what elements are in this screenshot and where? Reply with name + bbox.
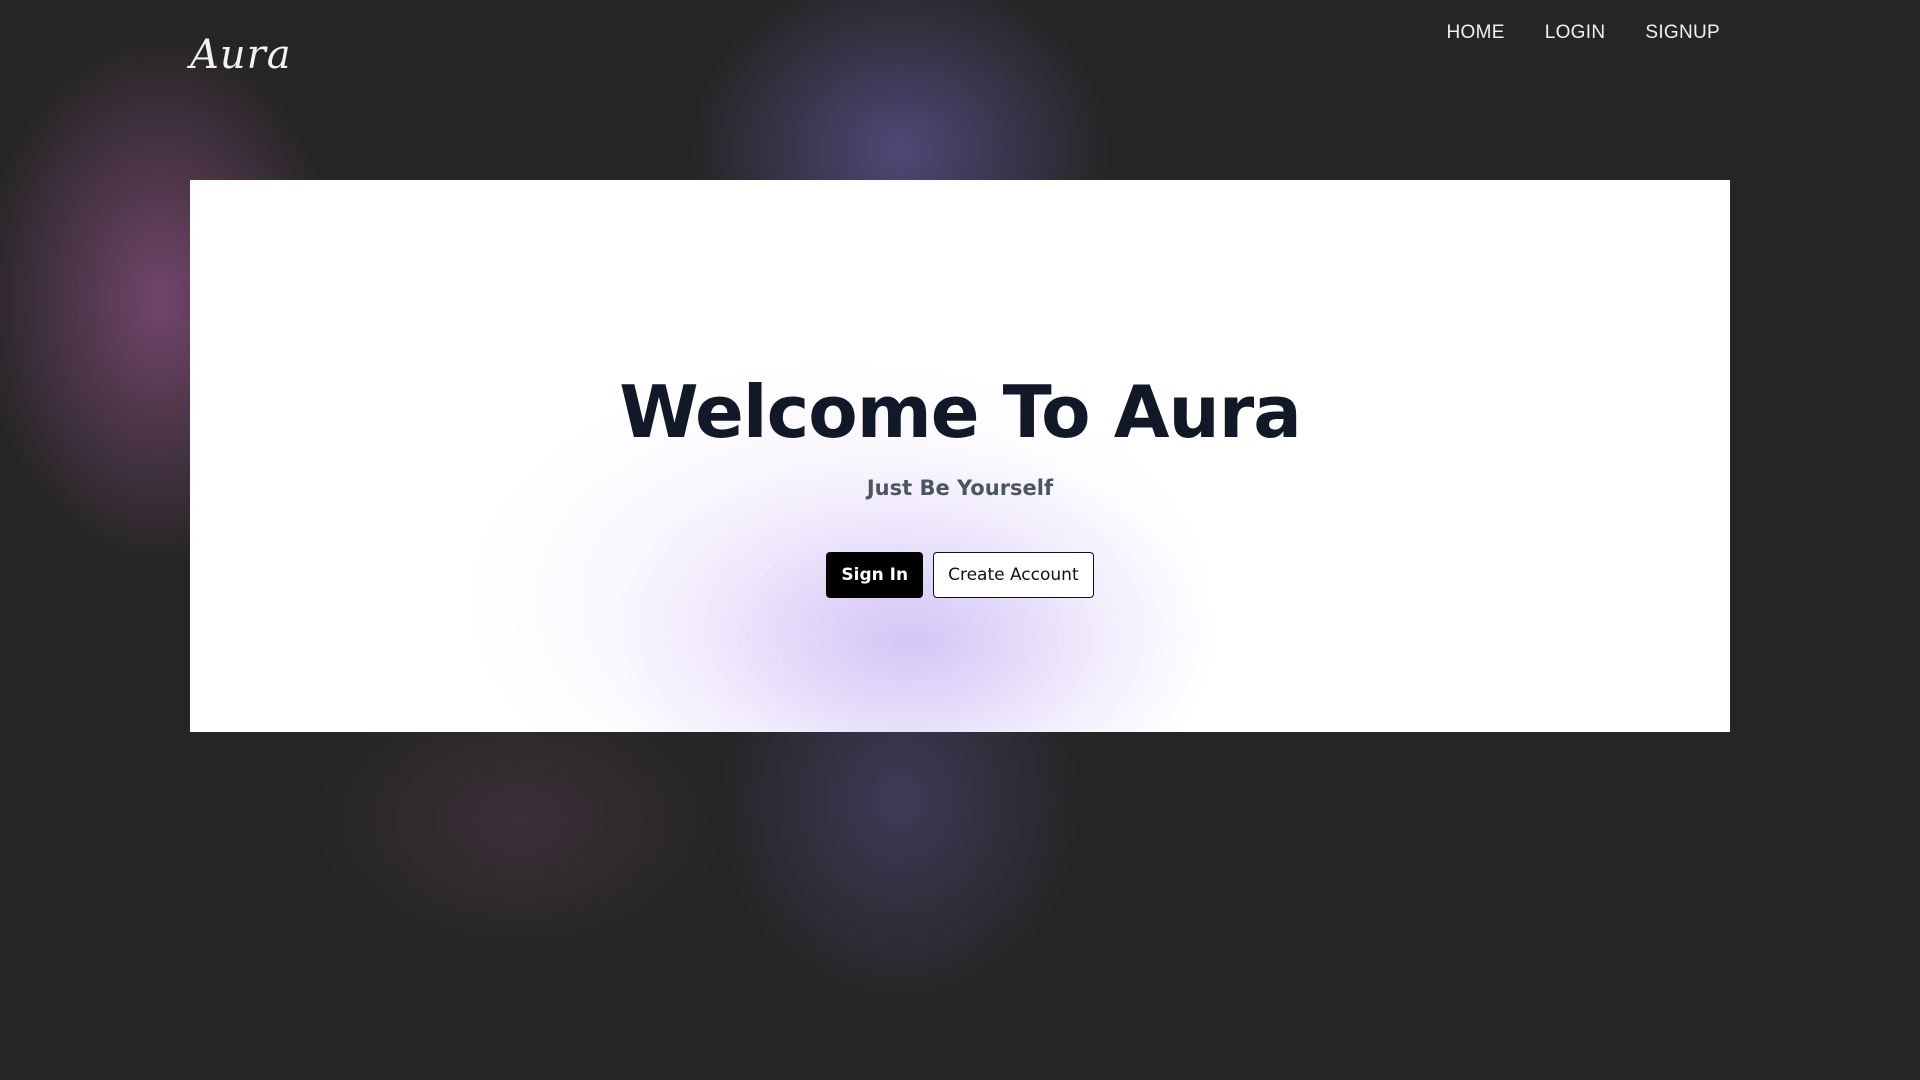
create-account-button[interactable]: Create Account xyxy=(933,552,1094,598)
nav-login-link[interactable]: LOGIN xyxy=(1545,22,1606,44)
hero-title: Welcome To Aura xyxy=(619,370,1302,454)
nav-signup-link[interactable]: SIGNUP xyxy=(1645,22,1720,44)
main-nav: HOME LOGIN SIGNUP xyxy=(1447,22,1720,44)
hero-content: Welcome To Aura Just Be Yourself Sign In… xyxy=(190,370,1730,598)
site-header: Aura HOME LOGIN SIGNUP xyxy=(0,0,1920,120)
hero-card: Welcome To Aura Just Be Yourself Sign In… xyxy=(190,180,1730,732)
hero-subtitle: Just Be Yourself xyxy=(866,476,1054,500)
nav-home-link[interactable]: HOME xyxy=(1447,22,1505,44)
aura-logo[interactable]: Aura xyxy=(190,32,292,78)
sign-in-button[interactable]: Sign In xyxy=(826,552,924,598)
hero-buttons: Sign In Create Account xyxy=(190,552,1730,598)
